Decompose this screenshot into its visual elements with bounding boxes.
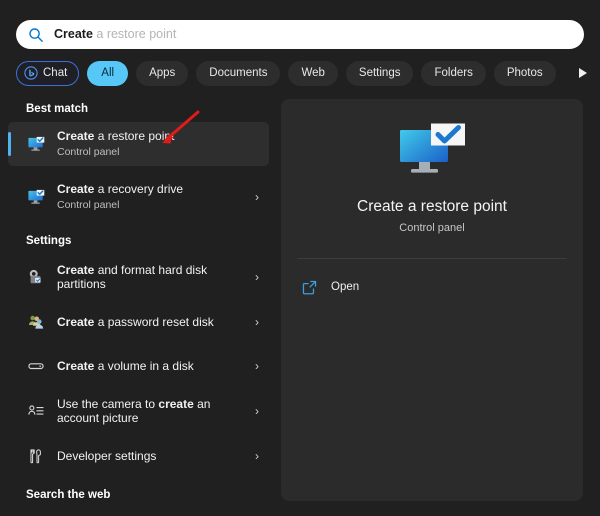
search-typed-text: Create: [54, 27, 93, 42]
chevron-right-icon: ›: [255, 270, 259, 284]
result-title-rest: a recovery drive: [94, 182, 184, 197]
result-title-match: Create: [57, 129, 95, 144]
result-title-rest: a password reset disk: [94, 314, 214, 329]
volume-drive-icon: [26, 356, 46, 376]
result-text: Create a recovery drive Control panel: [57, 182, 241, 212]
chevron-right-icon: ›: [255, 190, 259, 204]
filter-chip-settings-label: Settings: [358, 67, 401, 79]
search-suggestion-text: a restore point: [92, 27, 177, 42]
bing-chat-icon: [24, 66, 38, 80]
user-accounts-icon: [26, 312, 46, 332]
result-row-web-search[interactable]: Create - See web results ›: [8, 508, 269, 516]
chevron-right-icon: ›: [255, 315, 259, 329]
result-title-match: Create: [57, 314, 95, 329]
open-external-icon: [302, 280, 317, 294]
result-title: Create and format hard disk partitions: [57, 263, 241, 292]
filter-chip-chat-label: Chat: [43, 67, 68, 79]
filter-chip-photos-label: Photos: [506, 67, 543, 79]
preview-divider: [297, 258, 567, 259]
section-header-best-match: Best match: [26, 103, 88, 115]
monitor-check-icon: [26, 134, 46, 154]
result-row-create-volume-in-disk[interactable]: Create a volume in a disk ›: [8, 344, 269, 388]
result-subtitle: Control panel: [57, 145, 120, 158]
result-title-rest: a volume in a disk: [94, 358, 194, 373]
filter-chip-apps[interactable]: Apps: [136, 60, 189, 86]
windows-search-panel: Create a restore point Chat All Apps Doc…: [0, 0, 600, 516]
chevron-right-icon: ›: [255, 404, 259, 418]
search-text: Create a restore point: [54, 28, 176, 41]
play-arrow-icon[interactable]: [572, 62, 594, 84]
result-text: Create a volume in a disk: [57, 359, 241, 374]
filter-chip-bar: Chat All Apps Documents Web Settings Fol…: [16, 60, 587, 86]
filter-chip-photos[interactable]: Photos: [493, 60, 556, 86]
result-text: Create and format hard disk partitions: [57, 263, 241, 292]
preview-title: Create a restore point: [357, 198, 507, 215]
search-icon: [29, 27, 43, 42]
section-header-settings: Settings: [26, 235, 72, 247]
monitor-check-icon: [26, 187, 46, 207]
result-text: Create a password reset disk: [57, 315, 241, 330]
filter-chip-apps-label: Apps: [149, 67, 176, 79]
developer-tools-icon: [26, 446, 46, 466]
result-row-best-match[interactable]: Create a restore point Control panel: [8, 122, 269, 166]
filter-chip-folders[interactable]: Folders: [421, 60, 486, 86]
result-subtitle: Control panel: [57, 198, 120, 211]
chevron-right-icon: ›: [255, 359, 259, 373]
preview-action-open-label: Open: [331, 281, 360, 293]
result-row-password-reset-disk[interactable]: Create a password reset disk ›: [8, 300, 269, 344]
result-row-create-recovery-drive[interactable]: Create a recovery drive Control panel ›: [8, 174, 269, 220]
result-text: Use the camera to create an account pict…: [57, 397, 241, 426]
result-title-match: Create: [57, 262, 95, 277]
account-picture-icon: [26, 401, 46, 421]
search-input[interactable]: Create a restore point: [16, 20, 584, 49]
result-text: Create a restore point Control panel: [57, 129, 241, 159]
result-title: Create a restore point: [57, 129, 241, 144]
result-title: Use the camera to create an account pict…: [57, 397, 241, 426]
preview-panel: Create a restore point Control panel Ope…: [281, 99, 583, 501]
result-title-rest: a restore point: [94, 129, 175, 144]
filter-chip-web-label: Web: [301, 67, 325, 79]
result-title: Create a password reset disk: [57, 315, 241, 330]
filter-chip-documents[interactable]: Documents: [196, 60, 281, 86]
filter-chip-all-label: All: [101, 67, 115, 79]
monitor-check-icon-large: [400, 123, 465, 173]
result-title-rest: Use the camera to create an account pict…: [57, 396, 211, 426]
result-row-camera-account-picture[interactable]: Use the camera to create an account pict…: [8, 388, 269, 434]
result-row-developer-settings[interactable]: Developer settings ›: [8, 434, 269, 478]
section-header-search-the-web: Search the web: [26, 489, 111, 501]
result-text: Developer settings: [57, 449, 241, 464]
search-results-list: Best match Create a restore point Contro…: [0, 96, 277, 516]
result-title-match: Create: [57, 182, 95, 197]
result-title-rest: Developer settings: [57, 448, 157, 463]
result-row-format-hard-disk-partitions[interactable]: Create and format hard disk partitions ›: [8, 254, 269, 300]
filter-chip-chat[interactable]: Chat: [16, 60, 80, 86]
result-title: Create a volume in a disk: [57, 359, 241, 374]
preview-action-open[interactable]: Open: [281, 273, 583, 301]
filter-chip-settings[interactable]: Settings: [345, 60, 414, 86]
result-title-match: Create: [57, 358, 95, 373]
result-title: Create a recovery drive: [57, 182, 241, 197]
filter-chip-documents-label: Documents: [209, 67, 268, 79]
result-title: Developer settings: [57, 449, 241, 464]
preview-subtitle: Control panel: [399, 222, 465, 234]
chevron-right-icon: ›: [255, 449, 259, 463]
selected-accent-bar: [8, 132, 11, 156]
filter-chip-web[interactable]: Web: [288, 60, 338, 86]
filter-chip-all[interactable]: All: [87, 60, 129, 86]
filter-chip-folders-label: Folders: [434, 67, 473, 79]
disk-partition-icon: [26, 267, 46, 287]
